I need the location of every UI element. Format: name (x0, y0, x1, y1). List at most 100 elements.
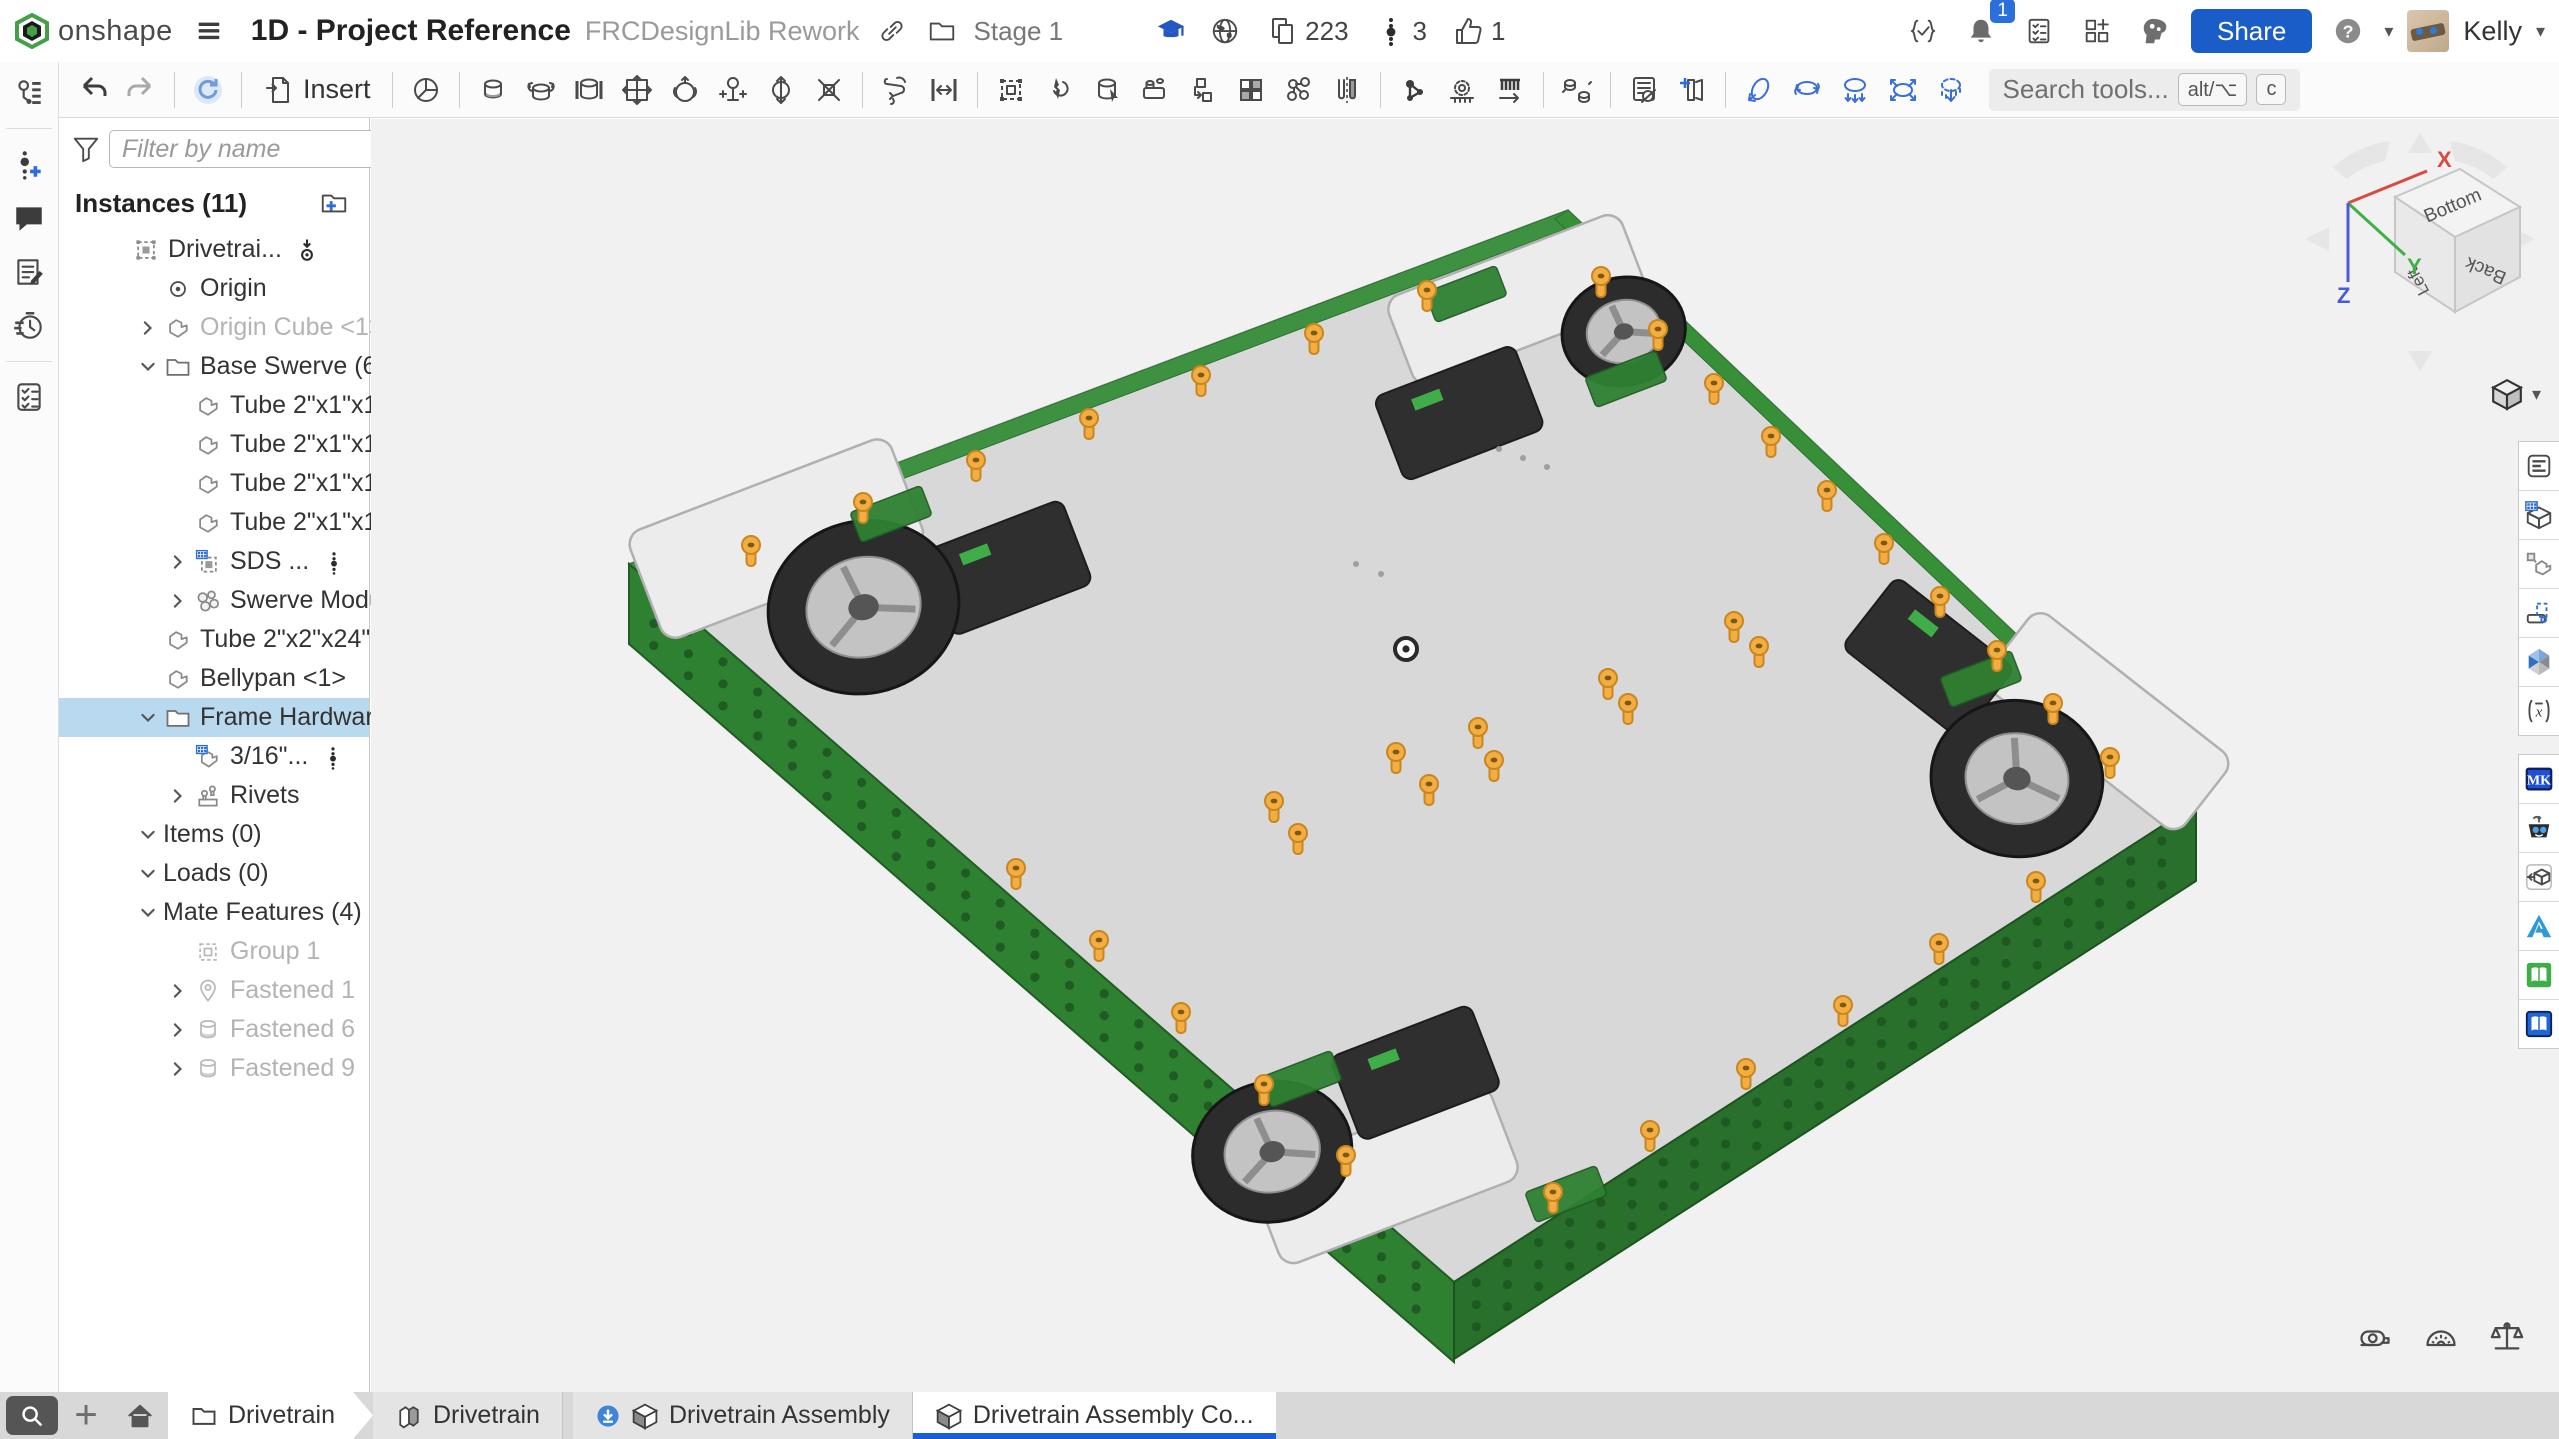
redo-button[interactable] (117, 67, 165, 113)
drop-tool-button[interactable] (1927, 67, 1975, 113)
notifications-button[interactable]: 1 (1959, 9, 2003, 53)
search-tools-button[interactable]: Search tools... alt/⌥ c (1989, 69, 2301, 111)
caret-down-icon[interactable] (133, 898, 163, 928)
view-cube[interactable]: Bottom Left Back X Y Z (2295, 127, 2545, 377)
tree-item-frame-hardware-2[interactable]: Frame Hardware (2) (59, 698, 369, 737)
tree-item-items-0[interactable]: Items (0) (59, 815, 369, 854)
caret-right-icon[interactable] (163, 781, 193, 811)
tree-item-fastened-6[interactable]: Fastened 6 (59, 1010, 369, 1049)
tree-item-fastened-9[interactable]: Fastened 9 (59, 1049, 369, 1088)
tree-item-base-swerve-6[interactable]: Base Swerve (6) (59, 347, 369, 386)
caret-down-icon[interactable] (133, 820, 163, 850)
learning-center-icon[interactable] (1151, 11, 1191, 51)
tree-item-drivetrai[interactable]: Drivetrai... (59, 230, 369, 269)
app-store-button[interactable] (2075, 9, 2119, 53)
link-icon[interactable] (874, 13, 910, 49)
help-button[interactable]: ? (2326, 9, 2370, 53)
named-views-button[interactable] (1668, 67, 1716, 113)
project-folder-icon[interactable] (924, 13, 960, 49)
tree-item-bellypan-1[interactable]: Bellypan <1> (59, 659, 369, 698)
mate-cup-button[interactable] (469, 67, 517, 113)
export-cube-panel-button[interactable] (2519, 853, 2559, 902)
appearance-panel-button[interactable] (2519, 638, 2559, 687)
mate-planar-button[interactable] (613, 67, 661, 113)
insert-connector-rail-button[interactable] (6, 141, 52, 187)
tree-item-rivets[interactable]: Rivets (59, 776, 369, 815)
mate-revolute-button[interactable] (517, 67, 565, 113)
tree-item-sds[interactable]: SDS ... (59, 542, 369, 581)
comments-rail-button[interactable] (6, 195, 52, 241)
mkcad-panel-button[interactable]: MK (2519, 755, 2559, 804)
filter-icon[interactable] (71, 132, 101, 166)
green-library-panel-button[interactable] (2519, 951, 2559, 1000)
history-rail-button[interactable] (6, 303, 52, 349)
derived-panel-button[interactable] (2519, 540, 2559, 589)
mate-pin-slot-button[interactable] (709, 67, 757, 113)
bom-table-button[interactable] (1620, 67, 1668, 113)
mate-connector-button[interactable] (1390, 67, 1438, 113)
replicate-button[interactable] (1131, 67, 1179, 113)
robot-assistant-panel-button[interactable] (2519, 804, 2559, 853)
tab-drivetrain-assembly-co[interactable]: Drivetrain Assembly Co... (913, 1392, 1276, 1439)
tree-item-swerve-modules[interactable]: Swerve Modules (59, 581, 369, 620)
tab-drivetrain-assembly[interactable]: Drivetrain Assembly (573, 1392, 913, 1439)
variables-panel-button[interactable]: x (2519, 687, 2559, 735)
home-tab-button[interactable] (112, 1392, 168, 1439)
caret-right-icon[interactable] (163, 547, 193, 577)
translate-down-button[interactable] (1831, 67, 1879, 113)
3d-viewport[interactable]: Bottom Left Back X Y Z ▾ xMK (371, 119, 2559, 1392)
tree-item-tube-2-x2-x24-1[interactable]: Tube 2"x2"x24" <1> (59, 620, 369, 659)
center-tool-button[interactable] (1879, 67, 1927, 113)
user-name[interactable]: Kelly (2463, 16, 2522, 47)
mate-cylindrical-button[interactable] (757, 67, 805, 113)
mate-relation-button[interactable] (872, 67, 920, 113)
mate-limits-button[interactable] (920, 67, 968, 113)
protractor-button[interactable] (2419, 1316, 2463, 1356)
stat-versions[interactable]: 3 (1375, 15, 1427, 47)
tree-item-tube-2-x1-x17-5[interactable]: Tube 2"x1"x17.5" <... (59, 386, 369, 425)
feature-list-rail-button[interactable] (6, 70, 52, 116)
transfer-button[interactable] (1179, 67, 1227, 113)
public-document-icon[interactable] (1205, 11, 1245, 51)
mate-fastened-button[interactable] (402, 67, 450, 113)
share-button[interactable]: Share (2191, 9, 2312, 53)
tree-item-3-16[interactable]: 3/16"... (59, 737, 369, 776)
sheet-metal-panel-button[interactable] (2519, 589, 2559, 638)
caret-down-icon[interactable] (133, 703, 163, 733)
tree-item-fastened-1[interactable]: Fastened 1 (59, 971, 369, 1010)
tree-item-origin[interactable]: Origin (59, 269, 369, 308)
new-tab-button[interactable]: + (60, 1392, 112, 1439)
anchor-icon[interactable] (294, 237, 320, 263)
tab-drivetrain[interactable]: Drivetrain (168, 1392, 373, 1439)
doc-panel-panel-button[interactable] (2519, 442, 2559, 491)
main-menu-button[interactable] (187, 9, 231, 53)
stat-likes[interactable]: 1 (1453, 15, 1505, 47)
help-caret-icon[interactable]: ▾ (2384, 21, 2393, 42)
gear-relation-button[interactable] (1438, 67, 1486, 113)
caret-down-icon[interactable] (133, 859, 163, 889)
avatar[interactable] (2407, 10, 2449, 52)
exploded-view-button[interactable] (1553, 67, 1601, 113)
tasks-button[interactable] (2017, 9, 2061, 53)
featurescript-status-icon[interactable] (1901, 9, 1945, 53)
altium-panel-button[interactable] (2519, 902, 2559, 951)
select-cylinder-button[interactable] (1083, 67, 1131, 113)
caret-right-icon[interactable] (163, 586, 193, 616)
insert-button[interactable]: Insert (251, 67, 383, 113)
tree-item-group-1[interactable]: Group 1 (59, 932, 369, 971)
sync-button[interactable] (184, 67, 232, 113)
caret-right-icon[interactable] (163, 1015, 193, 1045)
add-folder-icon[interactable] (315, 184, 353, 222)
folder-label[interactable]: Stage 1 (974, 16, 1064, 47)
tape-measure-button[interactable] (2353, 1316, 2397, 1356)
caret-right-icon[interactable] (163, 976, 193, 1006)
tree-item-loads-0[interactable]: Loads (0) (59, 854, 369, 893)
tree-item-tube-2-x1-x17-5[interactable]: Tube 2"x1"x17.5" <... (59, 503, 369, 542)
dots-icon[interactable] (320, 744, 346, 770)
undo-button[interactable] (69, 67, 117, 113)
mass-properties-button[interactable] (2485, 1316, 2529, 1356)
user-menu-caret-icon[interactable]: ▾ (2536, 21, 2545, 42)
pattern-button[interactable] (1227, 67, 1275, 113)
spin-tool-button[interactable] (1783, 67, 1831, 113)
tab-drivetrain[interactable]: Drivetrain (373, 1392, 563, 1439)
